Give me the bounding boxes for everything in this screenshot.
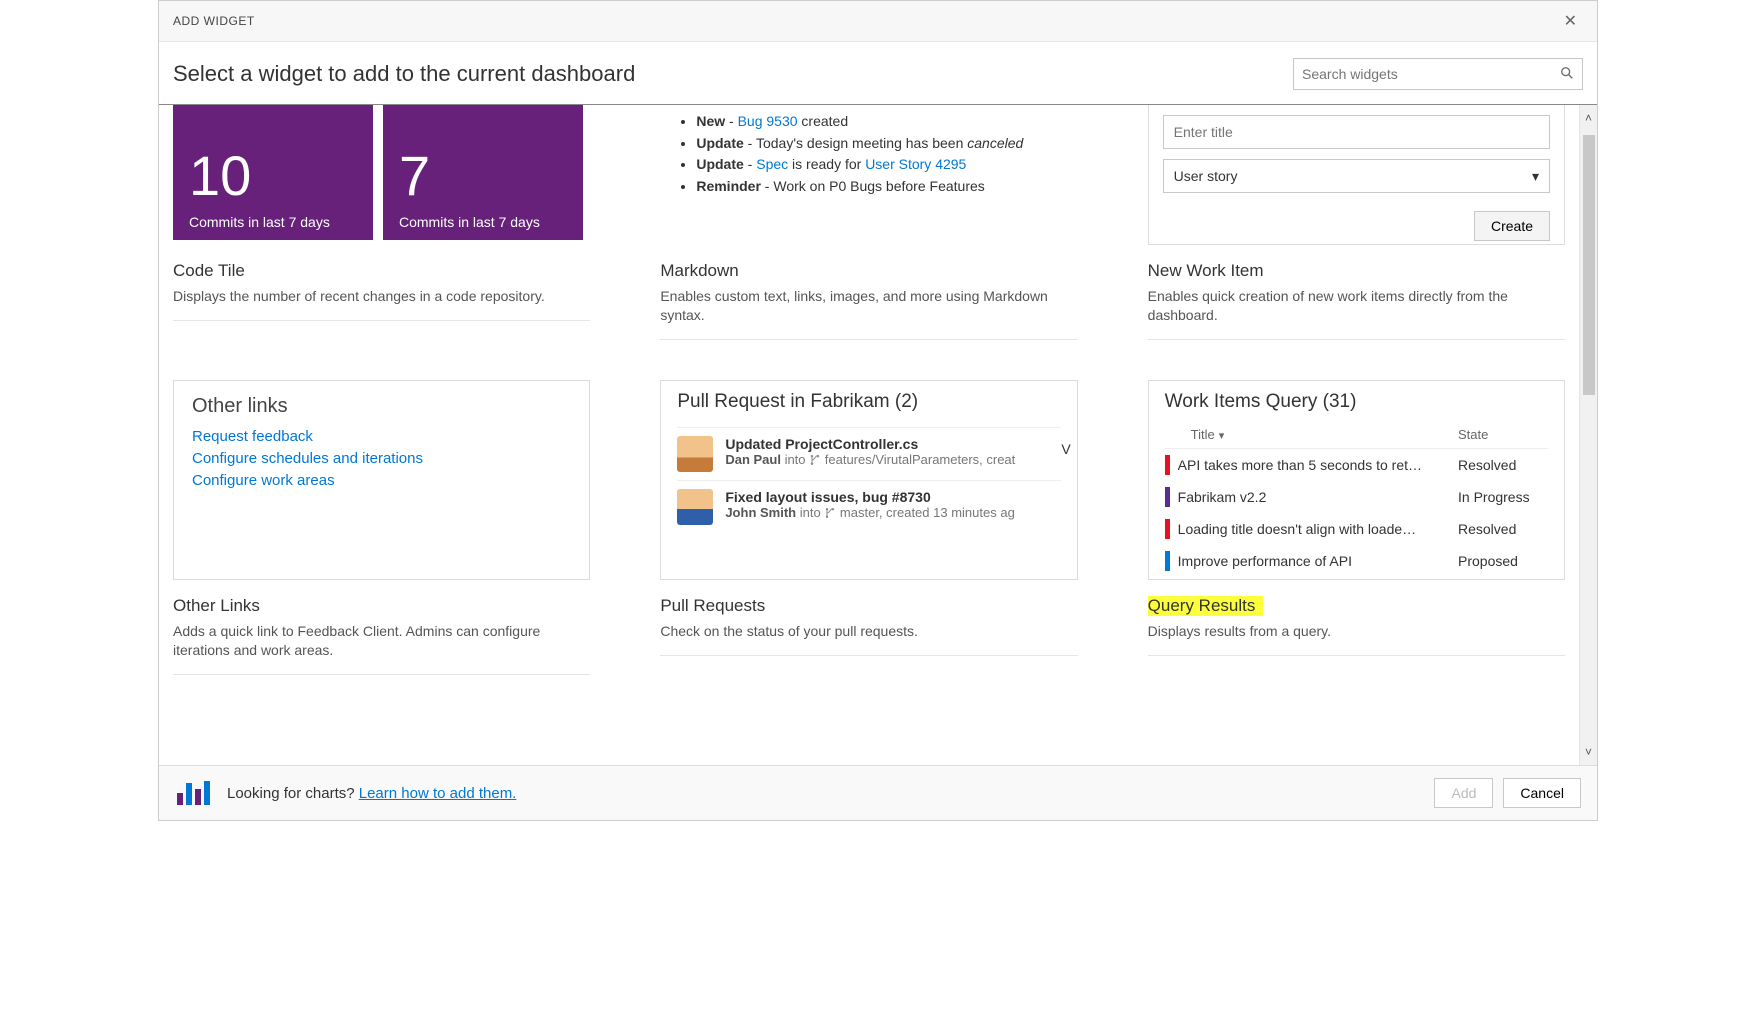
close-icon[interactable]: ✕ (1558, 7, 1583, 35)
vertical-scrollbar[interactable]: ˄ ˅ (1579, 105, 1597, 765)
query-columns: Title▾ State (1165, 423, 1548, 449)
link-configure-work-areas[interactable]: Configure work areas (192, 472, 571, 489)
widget-desc: Adds a quick link to Feedback Client. Ad… (173, 622, 590, 675)
widget-title: Code Tile (173, 261, 590, 281)
scroll-down-icon[interactable]: ˅ (1585, 739, 1592, 765)
status-bar (1165, 551, 1170, 571)
query-row-title: Improve performance of API (1178, 553, 1458, 569)
pr-title: Updated ProjectController.cs (725, 436, 1060, 452)
dialog-header: Select a widget to add to the current da… (159, 42, 1597, 105)
markdown-list: New - Bug 9530 created Update - Today's … (660, 105, 1077, 198)
branch-icon (824, 507, 836, 519)
widget-new-work-item[interactable]: User story ▾ Create New Work Item Enable… (1148, 105, 1565, 340)
widget-desc: Displays results from a query. (1148, 622, 1565, 656)
cancel-button[interactable]: Cancel (1503, 778, 1581, 808)
widget-code-tile[interactable]: 10 Commits in last 7 days 7 Commits in l… (173, 105, 590, 340)
select-value: User story (1174, 168, 1238, 184)
query-row-state: In Progress (1458, 489, 1548, 505)
widget-query-results[interactable]: Work Items Query (31) Title▾ State API t… (1148, 380, 1565, 675)
dialog-body: 10 Commits in last 7 days 7 Commits in l… (159, 105, 1597, 765)
query-row-title: API takes more than 5 seconds to ret… (1178, 457, 1458, 473)
tile-label: Commits in last 7 days (399, 214, 567, 230)
query-row: Fabrikam v2.2In Progress (1165, 481, 1548, 513)
dialog-footer: Looking for charts? Learn how to add the… (159, 765, 1597, 820)
pr-title: Fixed layout issues, bug #8730 (725, 489, 1060, 505)
create-button[interactable]: Create (1474, 211, 1550, 241)
work-item-title-input[interactable] (1163, 115, 1550, 149)
add-widget-dialog: ADD WIDGET ✕ Select a widget to add to t… (158, 0, 1598, 821)
query-row: Loading title doesn't align with loade…R… (1165, 513, 1548, 545)
pr-heading: Pull Request in Fabrikam (2) (677, 391, 1060, 413)
chart-icon (175, 779, 215, 807)
search-icon (1560, 66, 1574, 83)
query-row-state: Resolved (1458, 521, 1548, 537)
status-bar (1165, 519, 1170, 539)
widget-title: New Work Item (1148, 261, 1565, 281)
query-row: API takes more than 5 seconds to ret…Res… (1165, 449, 1548, 481)
sort-indicator-icon: ▾ (1219, 430, 1225, 442)
footer-text: Looking for charts? (227, 785, 359, 802)
widget-desc: Check on the status of your pull request… (660, 622, 1077, 656)
widget-gallery[interactable]: 10 Commits in last 7 days 7 Commits in l… (159, 105, 1579, 765)
widget-desc: Enables quick creation of new work items… (1148, 287, 1565, 340)
header-heading: Select a widget to add to the current da… (173, 61, 635, 87)
widget-other-links[interactable]: Other links Request feedback Configure s… (173, 380, 590, 675)
widget-desc: Enables custom text, links, images, and … (660, 287, 1077, 340)
truncated-char: V (1061, 441, 1070, 457)
link-configure-schedules[interactable]: Configure schedules and iterations (192, 450, 571, 467)
tile-label: Commits in last 7 days (189, 214, 357, 230)
query-heading: Work Items Query (31) (1165, 391, 1548, 413)
link-request-feedback[interactable]: Request feedback (192, 428, 571, 445)
query-row-title: Loading title doesn't align with loade… (1178, 521, 1458, 537)
search-input-wrapper[interactable] (1293, 58, 1583, 90)
chevron-down-icon: ▾ (1532, 168, 1539, 185)
learn-charts-link[interactable]: Learn how to add them. (359, 785, 517, 802)
widget-title: Pull Requests (660, 596, 1077, 616)
widget-title: Other Links (173, 596, 590, 616)
query-row: Improve performance of APIProposed (1165, 545, 1548, 577)
widget-desc: Displays the number of recent changes in… (173, 287, 590, 321)
status-bar (1165, 455, 1170, 475)
dialog-title: ADD WIDGET (173, 14, 255, 28)
code-tile-1: 10 Commits in last 7 days (173, 105, 373, 240)
widget-title: Markdown (660, 261, 1077, 281)
search-input[interactable] (1302, 66, 1560, 82)
widget-pull-requests[interactable]: Pull Request in Fabrikam (2) V Updated P… (660, 380, 1077, 675)
titlebar: ADD WIDGET ✕ (159, 1, 1597, 42)
tile-value: 7 (399, 148, 567, 204)
scrollbar-thumb[interactable] (1583, 135, 1595, 395)
other-links-heading: Other links (192, 395, 571, 418)
code-tile-2: 7 Commits in last 7 days (383, 105, 583, 240)
pr-row: Updated ProjectController.cs Dan Paul in… (677, 427, 1060, 480)
avatar-icon (677, 436, 713, 472)
tile-value: 10 (189, 148, 357, 204)
query-row-title: Fabrikam v2.2 (1178, 489, 1458, 505)
status-bar (1165, 487, 1170, 507)
scroll-up-icon[interactable]: ˄ (1585, 105, 1592, 131)
query-row-state: Resolved (1458, 457, 1548, 473)
branch-icon (809, 454, 821, 466)
pr-row: Fixed layout issues, bug #8730 John Smit… (677, 480, 1060, 533)
work-item-type-select[interactable]: User story ▾ (1163, 159, 1550, 193)
add-button[interactable]: Add (1434, 778, 1493, 808)
query-row-state: Proposed (1458, 553, 1548, 569)
widget-markdown[interactable]: New - Bug 9530 created Update - Today's … (660, 105, 1077, 340)
avatar-icon (677, 489, 713, 525)
widget-title: Query Results (1148, 596, 1264, 616)
